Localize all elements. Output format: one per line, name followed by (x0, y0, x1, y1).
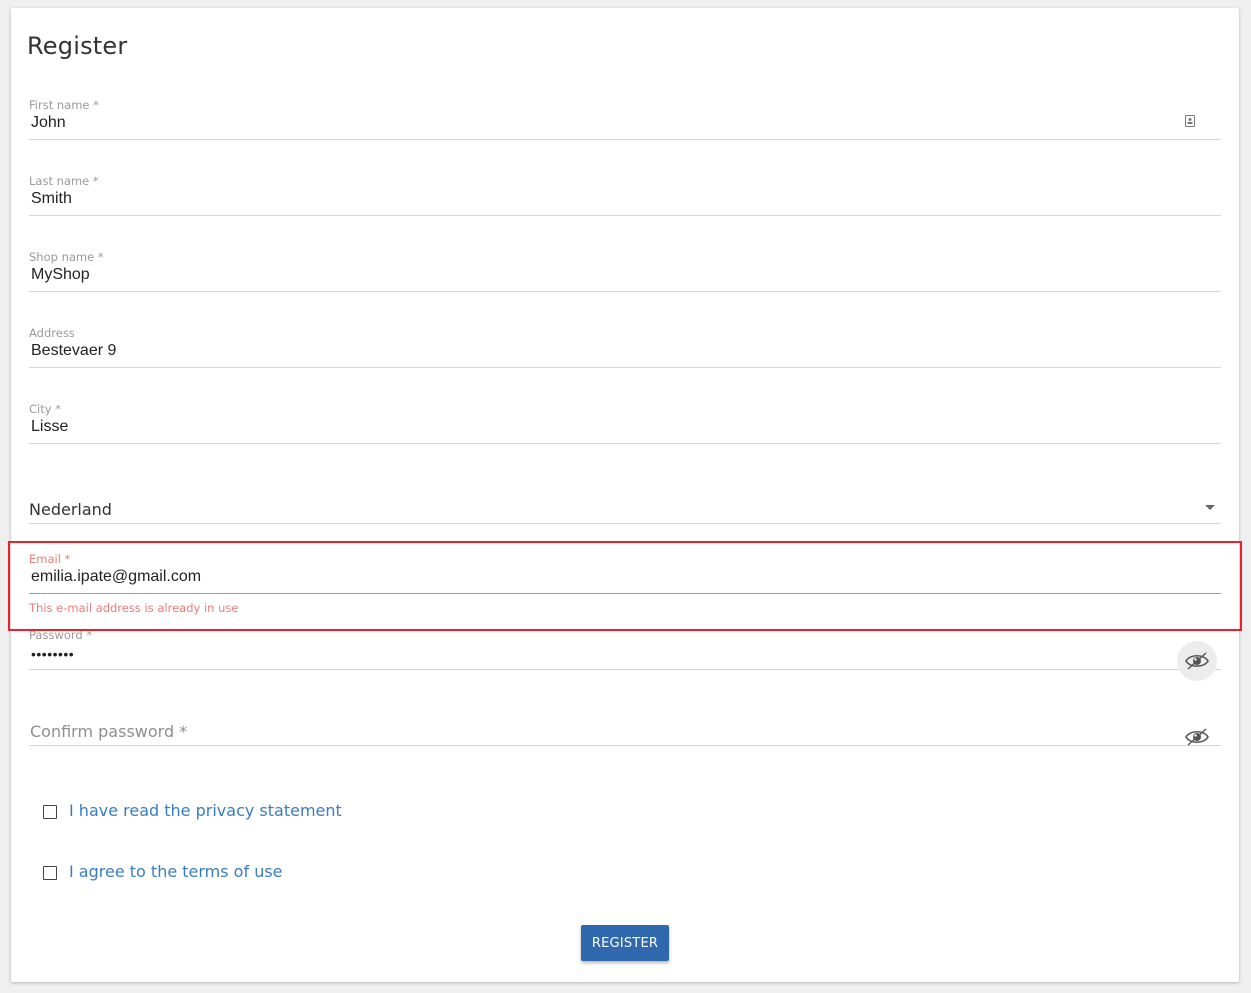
password-field[interactable]: Password * •••••••• (29, 628, 1221, 681)
email-underline (29, 593, 1221, 594)
chevron-down-icon[interactable] (1205, 505, 1215, 510)
privacy-checkbox[interactable] (43, 805, 57, 819)
register-button[interactable]: REGISTER (581, 925, 669, 961)
confirm-password-placeholder[interactable]: Confirm password * (30, 722, 187, 741)
contact-card-icon[interactable] (1183, 114, 1197, 128)
toggle-password-visibility-button[interactable] (1177, 641, 1217, 681)
address-field[interactable]: Address Bestevaer 9 (29, 326, 1221, 374)
city-field[interactable]: City * Lisse (29, 402, 1221, 450)
privacy-statement-link[interactable]: I have read the privacy statement (69, 801, 342, 820)
email-input[interactable]: emilia.ipate@gmail.com (31, 568, 201, 586)
shop-name-underline (29, 291, 1221, 292)
address-label: Address (29, 326, 75, 340)
country-select-value: Nederland (29, 500, 112, 519)
email-label: Email * (29, 552, 71, 566)
eye-icon (1185, 728, 1209, 746)
last-name-underline (29, 215, 1221, 216)
address-input[interactable]: Bestevaer 9 (31, 342, 116, 360)
city-input[interactable]: Lisse (31, 418, 68, 436)
eye-icon (1185, 652, 1209, 670)
city-label: City * (29, 402, 61, 416)
address-underline (29, 367, 1221, 368)
password-input[interactable]: •••••••• (31, 646, 74, 662)
country-underline (29, 523, 1221, 524)
shop-name-input[interactable]: MyShop (31, 266, 90, 284)
first-name-label: First name * (29, 98, 99, 112)
country-select[interactable]: Nederland (29, 478, 1221, 524)
confirm-password-field[interactable]: Confirm password * (29, 704, 1221, 752)
toggle-confirm-password-visibility-button[interactable] (1177, 717, 1217, 757)
password-underline (29, 669, 1221, 670)
confirm-password-underline (29, 745, 1221, 746)
shop-name-field[interactable]: Shop name * MyShop (29, 250, 1221, 298)
terms-of-use-link[interactable]: I agree to the terms of use (69, 862, 283, 881)
email-field[interactable]: Email * emilia.ipate@gmail.com This e-ma… (29, 552, 1221, 622)
city-underline (29, 443, 1221, 444)
password-label: Password * (29, 628, 93, 642)
first-name-input[interactable]: John (31, 114, 66, 132)
first-name-underline (29, 139, 1221, 140)
email-error-message: This e-mail address is already in use (29, 601, 239, 615)
terms-checkbox[interactable] (43, 866, 57, 880)
page-title: Register (27, 32, 128, 60)
register-card: Register First name * John Last name * S… (11, 8, 1239, 982)
last-name-label: Last name * (29, 174, 99, 188)
shop-name-label: Shop name * (29, 250, 104, 264)
first-name-field[interactable]: First name * John (29, 98, 1221, 146)
last-name-input[interactable]: Smith (31, 190, 72, 208)
last-name-field[interactable]: Last name * Smith (29, 174, 1221, 222)
